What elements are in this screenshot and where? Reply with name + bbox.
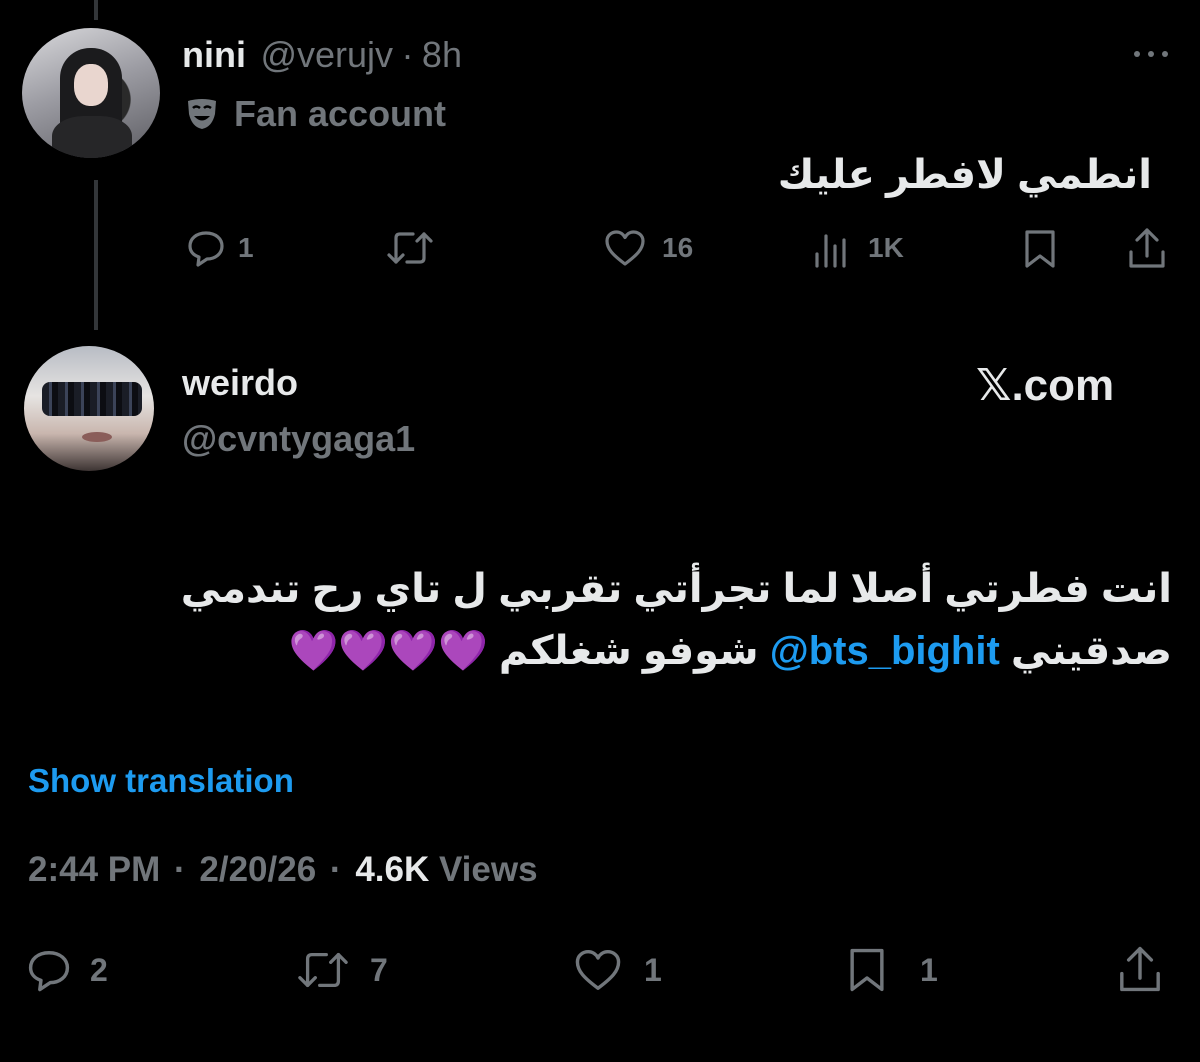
- retweet-button[interactable]: 7: [296, 948, 388, 992]
- bookmark-icon: [1025, 230, 1055, 268]
- like-button[interactable]: 1: [574, 948, 662, 992]
- x-com-watermark: 𝕏.com: [976, 361, 1115, 410]
- share-icon: [1129, 228, 1165, 268]
- thread-line-top: [94, 0, 98, 20]
- views-label: Views: [429, 850, 538, 889]
- views-count[interactable]: 4.6K: [355, 850, 429, 889]
- like-count: 1: [644, 951, 662, 988]
- tweet-text: انت فطرتي أصلا لما تجرأتي تقربي ل تاي رح…: [22, 558, 1172, 682]
- show-translation-link[interactable]: Show translation: [28, 762, 294, 800]
- separator: ·: [401, 34, 414, 75]
- share-icon: [1120, 946, 1160, 992]
- separator: ·: [329, 850, 342, 889]
- retweet-count: 7: [370, 951, 388, 988]
- heart-icon: [575, 950, 621, 990]
- tweet-text: انطمي لافطر عليك: [777, 153, 1152, 197]
- badge-text: Fan account: [234, 93, 447, 134]
- reply-button[interactable]: 2: [26, 948, 108, 992]
- retweet-icon: [387, 232, 433, 264]
- reply-button[interactable]: 1: [186, 228, 254, 268]
- purple-heart-emoji: 💜💜💜💜: [288, 629, 488, 673]
- handle[interactable]: @cvntygaga1: [182, 418, 415, 460]
- views-button[interactable]: 1K: [812, 228, 904, 268]
- tweet-meta: 2:44 PM · 2/20/26 · 4.6K Views: [28, 850, 538, 890]
- display-name[interactable]: weirdo: [182, 362, 298, 404]
- retweet-button[interactable]: [386, 228, 434, 268]
- share-button[interactable]: [1116, 944, 1164, 999]
- timestamp[interactable]: 8h: [422, 34, 462, 75]
- mention-link[interactable]: @bts_bighit: [770, 629, 1000, 673]
- text-segment: صدقيني: [999, 629, 1172, 673]
- reply-count: 2: [90, 951, 108, 988]
- performing-arts-mask-icon: [184, 96, 220, 132]
- avatar[interactable]: [22, 28, 160, 158]
- views-icon: [815, 234, 846, 268]
- like-button[interactable]: 16: [604, 228, 693, 268]
- avatar[interactable]: [24, 346, 154, 471]
- tweet-text-line: انت فطرتي أصلا لما تجرأتي تقربي ل تاي رح…: [180, 567, 1172, 611]
- tweet-date[interactable]: 2/20/26: [199, 850, 316, 889]
- like-count: 16: [662, 232, 694, 263]
- reply-icon: [28, 951, 70, 992]
- retweet-icon: [298, 952, 348, 988]
- tweet-text-line: صدقيني @bts_bighit شوفو شغلكم 💜💜💜💜: [22, 620, 1172, 682]
- display-name[interactable]: nini: [182, 34, 246, 75]
- reply-count: 1: [238, 232, 254, 263]
- text-segment: شوفو شغلكم: [487, 629, 770, 673]
- handle[interactable]: @verujv: [260, 34, 393, 75]
- bookmark-button[interactable]: [1022, 228, 1058, 275]
- separator: ·: [174, 850, 186, 889]
- views-count: 1K: [868, 232, 904, 263]
- bookmark-button[interactable]: 1: [846, 946, 938, 994]
- more-dots-icon: [1134, 51, 1168, 57]
- bookmark-icon: [850, 948, 884, 992]
- bookmark-count: 1: [920, 951, 938, 988]
- share-button[interactable]: [1126, 226, 1168, 275]
- tweet-header: nini @verujv · 8h: [182, 34, 462, 78]
- thread-line: [94, 180, 98, 330]
- reply-icon: [188, 231, 224, 267]
- tweet-time[interactable]: 2:44 PM: [28, 850, 160, 889]
- heart-icon: [605, 230, 645, 266]
- affiliate-badge[interactable]: Fan account: [184, 93, 446, 135]
- more-button[interactable]: [1128, 44, 1174, 64]
